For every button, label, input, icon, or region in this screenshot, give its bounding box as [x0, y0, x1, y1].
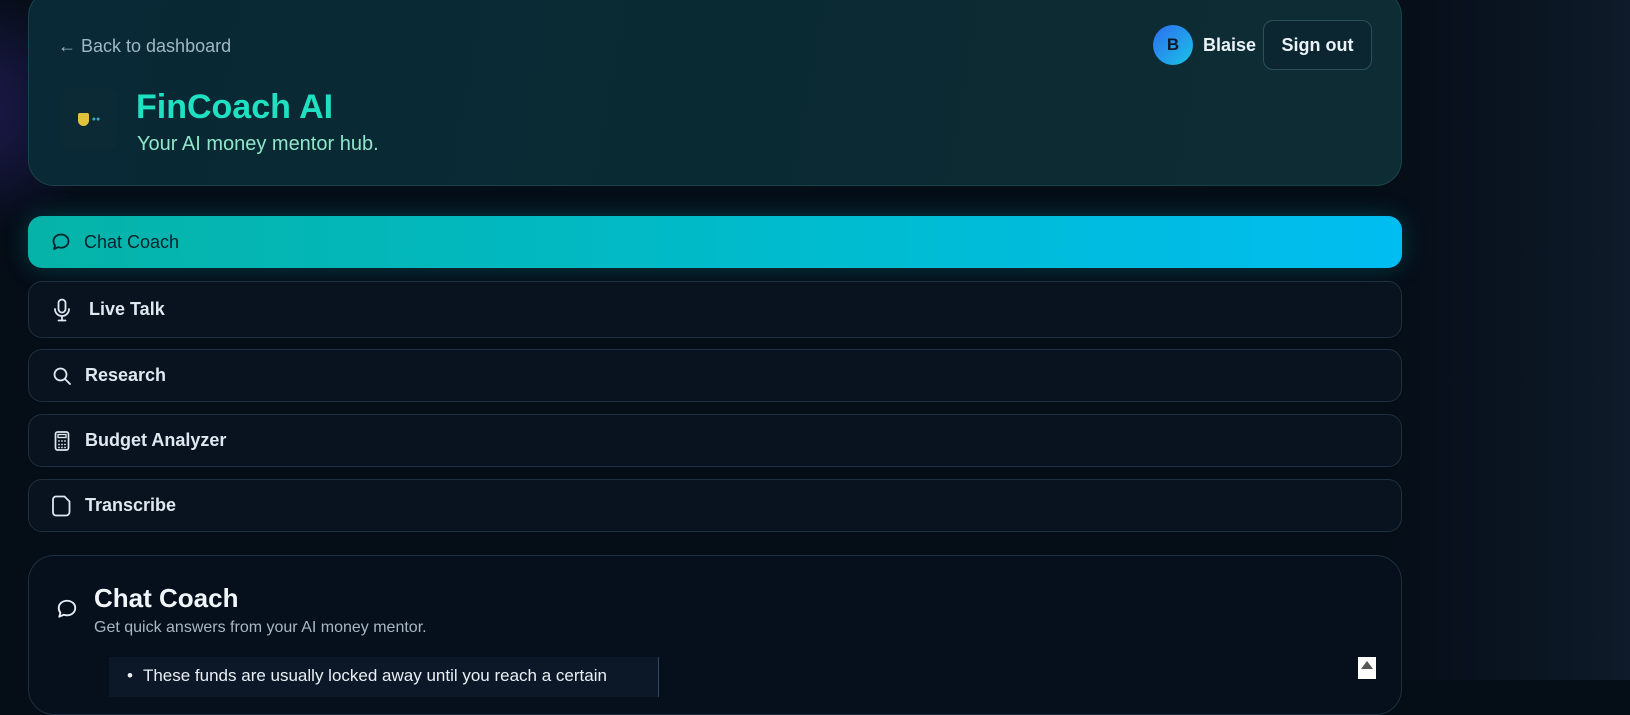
app-title: FinCoach AI — [136, 88, 334, 126]
search-icon — [51, 365, 73, 387]
app-subtitle: Your AI money mentor hub. — [137, 133, 379, 155]
chat-message: These funds are usually locked away unti… — [109, 657, 659, 697]
avatar[interactable]: B — [1153, 25, 1193, 65]
panel-title: Chat Coach — [94, 583, 239, 613]
background-right-panel — [1390, 0, 1630, 680]
calculator-icon — [51, 430, 73, 452]
back-to-dashboard-link[interactable]: ← Back to dashboard — [58, 36, 231, 57]
avatar-initial: B — [1166, 35, 1180, 54]
tab-transcribe[interactable]: Transcribe — [28, 479, 1402, 532]
user-name: Blaise — [1203, 35, 1257, 55]
shield-icon — [77, 112, 89, 126]
scroll-up-button[interactable] — [1358, 657, 1376, 679]
triangle-up-icon — [1361, 661, 1373, 669]
tab-chat-coach[interactable]: Chat Coach — [28, 216, 1402, 268]
tab-label: Budget Analyzer — [85, 430, 227, 450]
chat-bubble-icon — [56, 598, 78, 620]
tab-budget-analyzer[interactable]: Budget Analyzer — [28, 414, 1402, 467]
tab-label: Research — [85, 365, 167, 385]
tab-label: Live Talk — [89, 299, 165, 319]
tab-live-talk[interactable]: Live Talk — [28, 281, 1402, 338]
tab-research[interactable]: Research — [28, 349, 1402, 402]
app-logo: ●● — [60, 88, 118, 150]
microphone-icon — [51, 298, 73, 321]
tab-label: Transcribe — [85, 495, 177, 515]
chat-bubble-icon — [50, 231, 72, 253]
message-bullet: These funds are usually locked away unti… — [127, 666, 658, 686]
tab-label: Chat Coach — [84, 231, 180, 252]
file-icon — [51, 495, 73, 517]
logo-mark: ●● — [91, 115, 101, 123]
sign-out-button[interactable]: Sign out — [1263, 20, 1372, 70]
panel-subtitle: Get quick answers from your AI money men… — [94, 619, 427, 636]
